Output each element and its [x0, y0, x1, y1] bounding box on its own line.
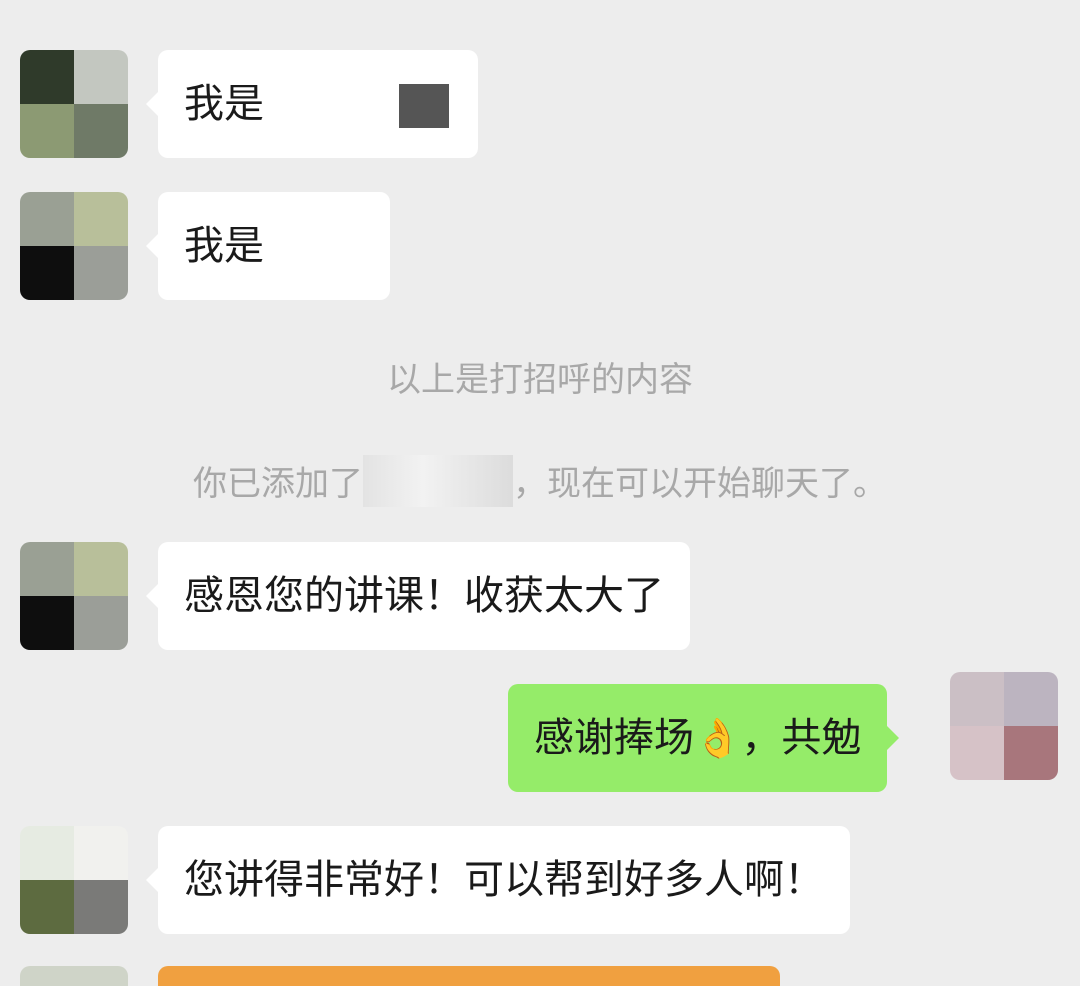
greeting-notice: 以上是打招呼的内容 — [387, 360, 693, 400]
message-bubble-partial[interactable] — [158, 966, 780, 986]
contact-avatar[interactable] — [20, 50, 128, 158]
added-prefix: 你已添加了 — [193, 464, 363, 504]
message-text: 感恩您的讲课！收获太大了 — [184, 573, 664, 619]
message-text: 您讲得非常好！可以帮到好多人啊！ — [184, 857, 824, 903]
redacted-contact-name — [363, 455, 513, 507]
message-text: 我是 — [184, 81, 264, 127]
message-bubble[interactable]: 感恩您的讲课！收获太大了 — [146, 542, 690, 650]
redacted-name — [276, 86, 387, 126]
message-bubble[interactable]: 您讲得非常好！可以帮到好多人啊！ — [146, 826, 850, 934]
message-bubble[interactable]: 我是 — [146, 192, 390, 300]
message-text-after: ，共勉 — [741, 715, 862, 761]
message-text: 我是 — [184, 223, 264, 269]
added-suffix: ，现在可以开始聊天了。 — [513, 464, 887, 504]
contact-avatar[interactable] — [20, 192, 128, 300]
contact-avatar[interactable] — [20, 826, 128, 934]
message-bubble[interactable]: 我是 — [146, 50, 478, 158]
sent-message-bubble[interactable]: 感谢捧场👌，共勉 — [508, 684, 900, 792]
redacted-block — [399, 84, 450, 128]
message-text: 感谢捧场 — [534, 715, 694, 761]
added-contact-notice: 你已添加了 ，现在可以开始聊天了。 — [0, 455, 1080, 507]
contact-avatar-partial[interactable] — [20, 966, 128, 986]
ok-hand-emoji: 👌 — [694, 716, 742, 760]
my-avatar[interactable] — [950, 672, 1058, 780]
contact-avatar[interactable] — [20, 542, 128, 650]
